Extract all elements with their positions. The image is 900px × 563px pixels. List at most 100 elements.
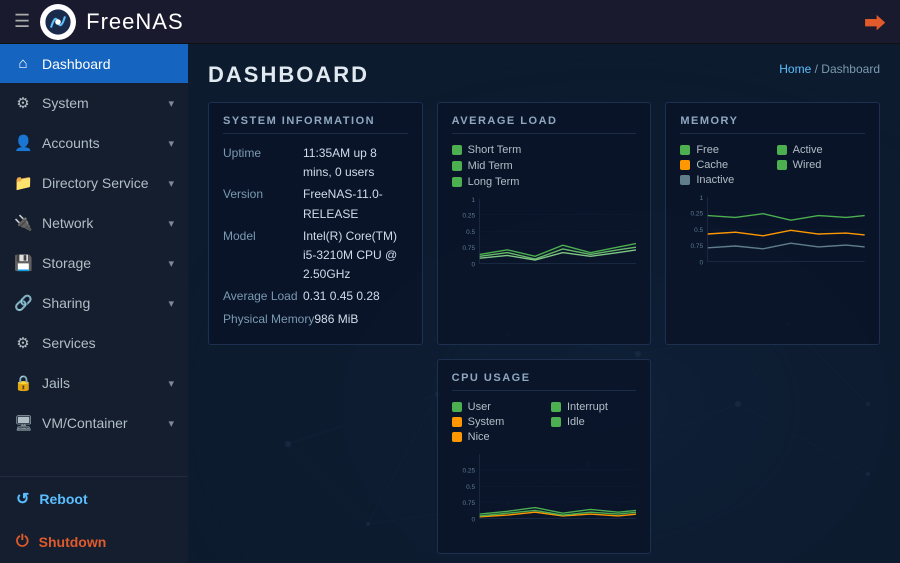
sysinfo-label: Physical Memory <box>223 310 314 329</box>
network-icon: 🔌 <box>14 214 32 232</box>
widget-system-information: SYSTEM INFORMATION Uptime11:35AM up 8 mi… <box>208 102 423 345</box>
sidebar-items: ⌂ Dashboard ⚙ System ▾ 👤 Accounts ▾ 📁 Di… <box>0 44 188 443</box>
breadcrumb-current: Dashboard <box>821 62 880 76</box>
reboot-button[interactable]: ↺ Reboot <box>0 477 188 521</box>
shutdown-button[interactable]: ⏻ Shutdown <box>0 521 188 563</box>
vmcontainer-icon: 🖥 <box>14 414 32 432</box>
cpu-legend-item: System <box>452 416 537 428</box>
dashboard-grid: SYSTEM INFORMATION Uptime11:35AM up 8 mi… <box>208 102 880 554</box>
cpu-legend-item: User <box>452 401 537 413</box>
sysinfo-fields: Uptime11:35AM up 8 mins, 0 usersVersionF… <box>223 144 408 329</box>
cpu-legend-item: Idle <box>551 416 636 428</box>
sidebar-item-network[interactable]: 🔌 Network ▾ <box>0 203 188 243</box>
sysinfo-row: Uptime11:35AM up 8 mins, 0 users <box>223 144 408 182</box>
sidebar-item-vmcontainer[interactable]: 🖥 VM/Container ▾ <box>0 403 188 443</box>
svg-text:0.5: 0.5 <box>694 227 703 234</box>
sidebar-label-accounts: Accounts <box>42 135 158 151</box>
svg-text:0: 0 <box>700 259 704 266</box>
legend-dot <box>452 177 462 187</box>
sidebar-item-dashboard[interactable]: ⌂ Dashboard <box>0 44 188 83</box>
sidebar-label-directory-service: Directory Service <box>42 175 158 191</box>
widget-memory-title: MEMORY <box>680 115 865 134</box>
directory-service-icon: 📁 <box>14 174 32 192</box>
avgload-chart: 1 0.75 0.5 0.25 0 <box>452 196 637 286</box>
breadcrumb-home[interactable]: Home <box>779 62 811 76</box>
services-icon: ⚙ <box>14 334 32 352</box>
system-icon: ⚙ <box>14 94 32 112</box>
hamburger-icon[interactable]: ☰ <box>14 11 30 32</box>
sidebar-item-directory-service[interactable]: 📁 Directory Service ▾ <box>0 163 188 203</box>
widget-avgload-title: AVERAGE LOAD <box>452 115 637 134</box>
sysinfo-label: Version <box>223 185 303 223</box>
widget-memory: MEMORY FreeActiveCacheWiredInactive 1 0.… <box>665 102 880 345</box>
svg-text:0.25: 0.25 <box>691 211 704 218</box>
cpu-legend-item: Interrupt <box>551 401 636 413</box>
sidebar-item-sharing[interactable]: 🔗 Sharing ▾ <box>0 283 188 323</box>
legend-label: Cache <box>696 159 728 171</box>
sidebar-label-sharing: Sharing <box>42 295 158 311</box>
chevron-network: ▾ <box>168 217 174 230</box>
topbar-left: ☰ FreeNAS <box>14 4 184 40</box>
legend-label: Mid Term <box>468 160 513 172</box>
memory-legend: FreeActiveCacheWiredInactive <box>680 144 865 186</box>
legend-dot <box>777 145 787 155</box>
accounts-icon: 👤 <box>14 134 32 152</box>
memory-legend-item: Cache <box>680 159 768 171</box>
chevron-directory-service: ▾ <box>168 177 174 190</box>
main-layout: ⌂ Dashboard ⚙ System ▾ 👤 Accounts ▾ 📁 Di… <box>0 44 900 563</box>
sidebar-item-jails[interactable]: 🔒 Jails ▾ <box>0 363 188 403</box>
sidebar-item-accounts[interactable]: 👤 Accounts ▾ <box>0 123 188 163</box>
sysinfo-value: 11:35AM up 8 mins, 0 users <box>303 144 408 182</box>
legend-dot <box>551 402 561 412</box>
sysinfo-value: 0.31 0.45 0.28 <box>303 287 380 306</box>
logo <box>40 4 76 40</box>
legend-dot <box>777 160 787 170</box>
storage-icon: 💾 <box>14 254 32 272</box>
svg-text:0.5: 0.5 <box>466 484 475 491</box>
svg-text:0.25: 0.25 <box>462 213 475 220</box>
svg-text:0: 0 <box>471 516 475 523</box>
legend-dot <box>680 160 690 170</box>
jails-icon: 🔒 <box>14 374 32 392</box>
svg-text:0.5: 0.5 <box>466 229 475 236</box>
legend-label: Wired <box>793 159 822 171</box>
widget-sysinfo-title: SYSTEM INFORMATION <box>223 115 408 134</box>
legend-label: System <box>468 416 505 428</box>
content-area: DASHBOARD Home / Dashboard SYSTEM INFORM… <box>188 44 900 563</box>
shutdown-label: Shutdown <box>39 534 107 550</box>
chevron-vmcontainer: ▾ <box>168 417 174 430</box>
sidebar-label-jails: Jails <box>42 375 158 391</box>
page-title: DASHBOARD <box>208 62 369 88</box>
widget-average-load: AVERAGE LOAD Short TermMid TermLong Term… <box>437 102 652 345</box>
sysinfo-value: Intel(R) Core(TM) i5-3210M CPU @ 2.50GHz <box>303 227 408 285</box>
svg-text:0.75: 0.75 <box>462 245 475 252</box>
memory-legend-item: Wired <box>777 159 865 171</box>
sidebar-item-services[interactable]: ⚙ Services <box>0 323 188 363</box>
svg-text:0.75: 0.75 <box>691 243 704 250</box>
avgload-legend-item: Long Term <box>452 176 637 188</box>
sysinfo-label: Model <box>223 227 303 285</box>
svg-text:0.75: 0.75 <box>462 500 475 507</box>
sidebar-bottom: ↺ Reboot ⏻ Shutdown <box>0 476 188 563</box>
avgload-legend-item: Mid Term <box>452 160 637 172</box>
sysinfo-row: VersionFreeNAS-11.0-RELEASE <box>223 185 408 223</box>
logout-icon[interactable]: ⮕ <box>864 6 886 38</box>
legend-dot <box>452 402 462 412</box>
app-title: FreeNAS <box>86 9 183 35</box>
content-inner: DASHBOARD Home / Dashboard SYSTEM INFORM… <box>188 44 900 563</box>
legend-dot <box>452 161 462 171</box>
sysinfo-row: Physical Memory986 MiB <box>223 310 408 329</box>
svg-text:1: 1 <box>700 195 704 202</box>
widget-cpu-title: CPU USAGE <box>452 372 637 391</box>
legend-dot <box>680 145 690 155</box>
sidebar-item-storage[interactable]: 💾 Storage ▾ <box>0 243 188 283</box>
sidebar-item-system[interactable]: ⚙ System ▾ <box>0 83 188 123</box>
sysinfo-row: Average Load0.31 0.45 0.28 <box>223 287 408 306</box>
memory-chart: 1 0.75 0.5 0.25 0 <box>680 194 865 284</box>
legend-label: Free <box>696 144 719 156</box>
legend-label: Active <box>793 144 823 156</box>
avgload-legend: Short TermMid TermLong Term <box>452 144 637 188</box>
legend-label: Interrupt <box>567 401 608 413</box>
legend-dot <box>551 417 561 427</box>
dashboard-icon: ⌂ <box>14 55 32 72</box>
